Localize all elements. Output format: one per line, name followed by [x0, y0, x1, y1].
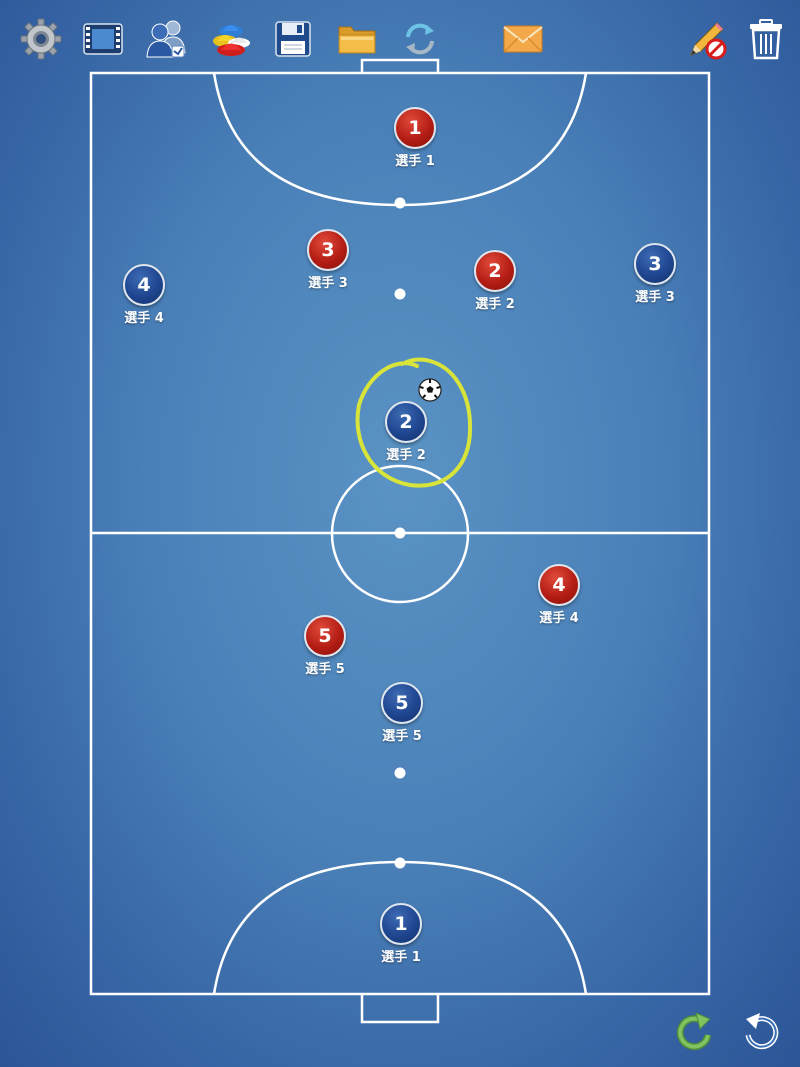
player-red-1[interactable]: 1 選手 1	[375, 107, 455, 175]
player-blue-5[interactable]: 5 選手 5	[362, 682, 442, 750]
player-number: 4	[123, 264, 165, 306]
player-name: 選手 1	[381, 950, 421, 965]
player-number: 5	[304, 615, 346, 657]
player-number: 4	[538, 564, 580, 606]
redo-icon	[676, 1012, 712, 1051]
player-name: 選手 2	[475, 297, 515, 312]
player-number: 3	[634, 243, 676, 285]
player-red-3[interactable]: 3 選手 3	[288, 229, 368, 297]
center-spot	[394, 527, 406, 539]
player-name: 選手 5	[382, 729, 422, 744]
player-name: 選手 4	[539, 611, 579, 626]
soccer-ball-icon	[418, 378, 442, 402]
player-name: 選手 3	[308, 276, 348, 291]
player-name: 選手 2	[386, 448, 426, 463]
top-penalty-mark	[394, 197, 406, 209]
player-red-5[interactable]: 5 選手 5	[285, 615, 365, 683]
soccer-ball[interactable]	[418, 378, 442, 402]
undo-button[interactable]	[736, 1007, 784, 1055]
top-second-penalty-mark	[394, 288, 406, 300]
player-name: 選手 1	[395, 154, 435, 169]
player-name: 選手 5	[305, 662, 345, 677]
player-red-2[interactable]: 2 選手 2	[455, 250, 535, 318]
player-name: 選手 4	[124, 311, 164, 326]
player-number: 5	[381, 682, 423, 724]
player-number: 1	[380, 903, 422, 945]
player-blue-2[interactable]: 2 選手 2	[366, 401, 446, 469]
player-name: 選手 3	[635, 290, 675, 305]
bottom-penalty-mark	[394, 857, 406, 869]
player-number: 2	[385, 401, 427, 443]
undo-icon	[745, 1013, 779, 1050]
redo-button[interactable]	[672, 1007, 720, 1055]
player-blue-3[interactable]: 3 選手 3	[615, 243, 695, 311]
top-goal	[360, 58, 440, 73]
player-blue-1[interactable]: 1 選手 1	[361, 903, 441, 971]
bottom-goal	[360, 994, 440, 1024]
player-number: 3	[307, 229, 349, 271]
player-blue-4[interactable]: 4 選手 4	[104, 264, 184, 332]
bottom-second-penalty-mark	[394, 767, 406, 779]
player-number: 1	[394, 107, 436, 149]
player-red-4[interactable]: 4 選手 4	[519, 564, 599, 632]
player-number: 2	[474, 250, 516, 292]
